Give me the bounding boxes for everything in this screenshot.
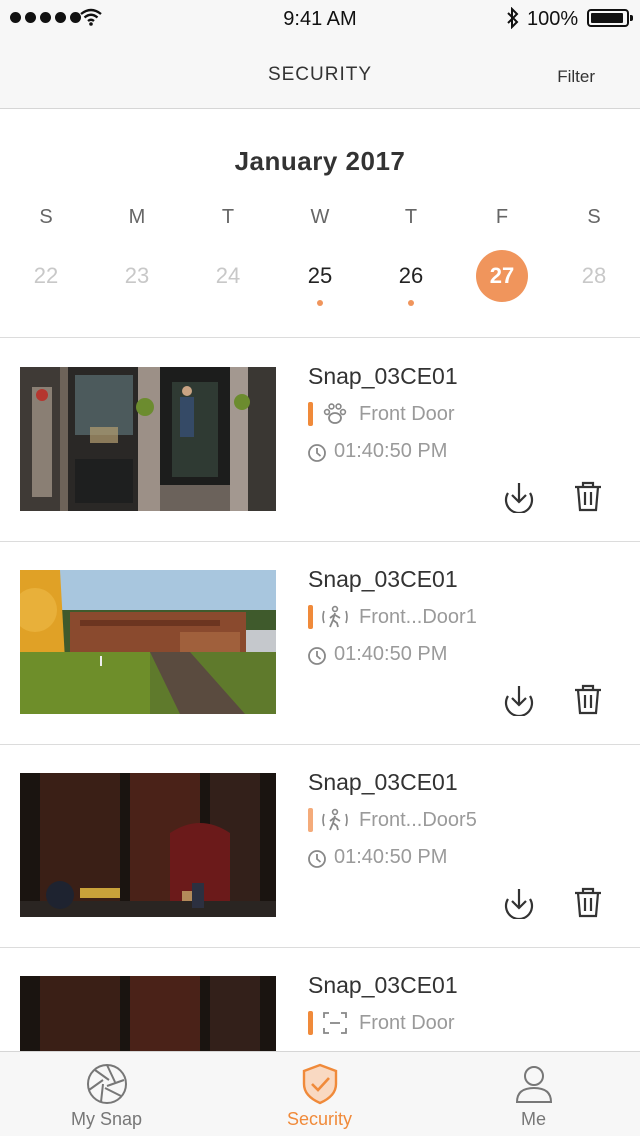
day-cell-selected[interactable]: 27 [472,250,532,310]
weekday-label: F [495,206,509,228]
weekday-label: W [310,206,330,228]
download-icon[interactable] [502,479,536,513]
paw-icon [323,403,347,424]
status-bar: 9:41 AM 100% [0,0,640,36]
day-number: 23 [124,263,150,288]
weekday-label: S [39,206,53,228]
snap-thumbnail[interactable] [20,773,276,917]
snap-thumbnail[interactable] [20,570,276,714]
snap-title: Snap_03CE01 [308,363,458,389]
snap-list-item[interactable]: Snap_03CE01 Front Door 01:40:50 PM [0,339,640,542]
battery-percent: 100% [527,8,579,30]
tab-label: My Snap [70,1109,143,1129]
user-icon [515,1066,553,1103]
day-number: 26 [398,263,424,288]
tab-security[interactable]: Security [213,1052,426,1136]
filter-button[interactable]: Filter [557,67,595,87]
week-calendar: January 2017 S M T W T F S 22 23 24 25 2… [0,110,640,338]
snap-thumbnail[interactable] [20,367,276,511]
day-cell[interactable]: 26 [381,250,441,310]
snap-time: 01:40:50 PM [334,846,448,868]
day-cell[interactable]: 25 [290,250,350,310]
weekday-label: T [221,206,235,228]
tab-label: Me [520,1109,546,1129]
device-name: Front...Door5 [359,809,477,831]
shield-check-icon [302,1063,338,1105]
day-cell[interactable]: 23 [107,250,167,310]
weekday-label: T [404,206,418,228]
snap-list-item[interactable]: Snap_03CE01 Front...Door1 01:40:50 PM [0,542,640,745]
tag-bar [308,1011,313,1035]
clock-icon [308,850,326,868]
tag-bar [308,808,313,832]
snap-time: 01:40:50 PM [334,643,448,665]
event-dot [317,300,323,306]
day-cell[interactable]: 24 [198,250,258,310]
tag-bar [308,605,313,629]
snap-time: 01:40:50 PM [334,440,448,462]
snap-title: Snap_03CE01 [308,972,458,998]
nav-bar: SECURITY Filter [0,36,640,109]
snap-title: Snap_03CE01 [308,769,458,795]
clock-icon [308,444,326,462]
person-walking-icon [322,605,348,628]
tab-label: Security [286,1109,353,1129]
page-title: SECURITY [267,64,373,85]
day-number: 28 [581,263,607,288]
tag-bar [308,402,313,426]
trash-icon[interactable] [571,885,605,919]
month-title: January 2017 [234,146,406,176]
tab-me[interactable]: Me [427,1052,640,1136]
snap-list-item[interactable]: Snap_03CE01 Front...Door5 01:40:50 PM [0,745,640,948]
event-dot [408,300,414,306]
day-number: 24 [215,263,241,288]
tab-bar: My Snap Security Me [0,1051,640,1136]
face-frame-icon [323,1012,347,1034]
device-name: Front Door [359,403,455,425]
battery-icon [587,9,633,27]
trash-icon[interactable] [571,479,605,513]
tab-my-snap[interactable]: My Snap [0,1052,213,1136]
day-number: 22 [33,263,59,288]
trash-icon[interactable] [571,682,605,716]
aperture-icon [87,1064,127,1104]
person-walking-icon [322,808,348,831]
clock-icon [308,647,326,665]
download-icon[interactable] [502,885,536,919]
bluetooth-icon [507,7,519,29]
snap-title: Snap_03CE01 [308,566,458,592]
device-name: Front...Door1 [359,606,477,628]
day-number: 25 [307,263,333,288]
device-name: Front Door [359,1012,455,1034]
weekday-label: S [587,206,601,228]
weekday-label: M [128,206,146,228]
day-number: 27 [476,250,528,302]
download-icon[interactable] [502,682,536,716]
day-cell[interactable]: 28 [564,250,624,310]
day-cell[interactable]: 22 [16,250,76,310]
